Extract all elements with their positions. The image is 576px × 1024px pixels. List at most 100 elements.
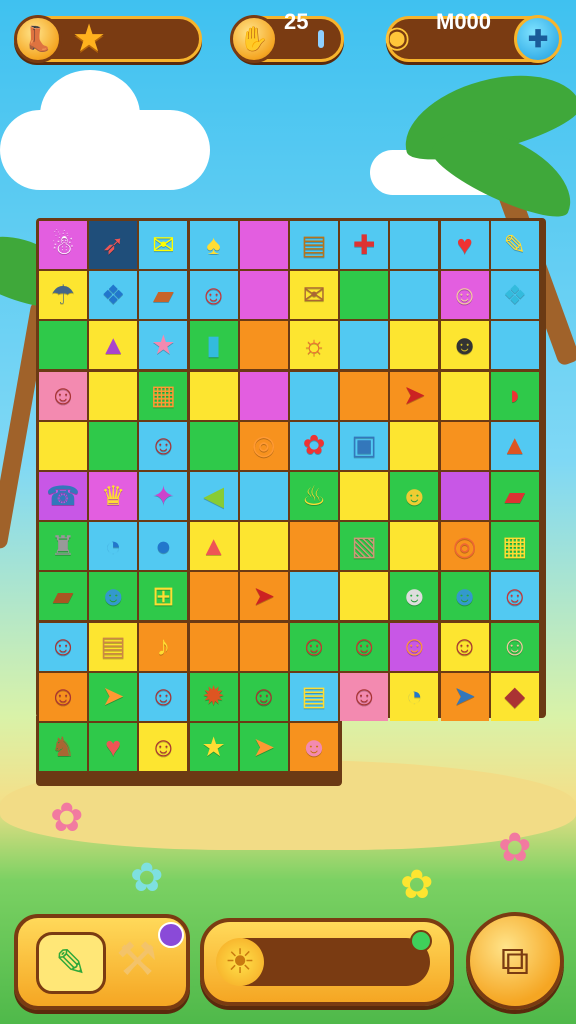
board-tile[interactable]: ♛ [89,472,138,520]
exit-button[interactable]: ⧉ [466,912,564,1010]
board-tile[interactable] [390,421,439,470]
board-tile[interactable]: ❖ [490,271,539,320]
board-tile[interactable]: ▲ [490,421,539,470]
board-tile[interactable] [239,221,288,269]
board-tile[interactable]: ☼ [290,321,338,370]
board-tile[interactable] [290,522,338,571]
board-tile[interactable]: ➤ [239,572,288,621]
board-tile[interactable]: ❖ [89,271,138,320]
board-tile[interactable] [239,271,288,320]
board-tile[interactable]: ☎ [39,472,87,520]
board-tile[interactable] [189,572,238,621]
board-tile[interactable] [89,371,138,420]
board-tile[interactable]: ☺ [440,622,489,671]
board-tile[interactable] [89,421,138,470]
board-tile[interactable]: ⊞ [139,572,188,621]
board-tile[interactable]: ✎ [490,221,539,269]
board-tile[interactable]: ◆ [490,672,539,721]
tools-button[interactable]: ✎ ⚒ [14,914,190,1010]
board-tile[interactable] [340,472,389,520]
board-tile[interactable]: ☺ [440,271,489,320]
board-tile[interactable] [239,321,288,370]
board-tile[interactable] [290,371,338,420]
board-tile[interactable]: ▰ [39,572,87,621]
board-tile[interactable] [239,522,288,571]
board-tile[interactable] [39,321,87,370]
board-tile[interactable]: ☺ [39,371,87,420]
board-tile[interactable]: ▲ [89,321,138,370]
board-tile[interactable]: ☺ [290,622,338,671]
board-tile[interactable]: ✹ [189,672,238,721]
board-tile[interactable]: ▰ [139,271,188,320]
board-tile[interactable]: ➤ [440,672,489,721]
board-tile[interactable]: ➤ [89,672,138,721]
board-tile[interactable]: ◔ [390,672,439,721]
board-tile[interactable]: ☂ [39,271,87,320]
board-tile[interactable]: ☺ [139,672,188,721]
board-tile[interactable]: ▮ [189,321,238,370]
board-tile[interactable]: ☻ [89,572,138,621]
board-tile[interactable]: ● [139,522,188,571]
board-tile[interactable]: ▤ [290,672,338,721]
board-tile[interactable] [239,622,288,671]
board-tile[interactable]: ◎ [239,421,288,470]
board-tile[interactable]: ▤ [89,622,138,671]
board-tile[interactable] [490,321,539,370]
board-tile[interactable]: ▣ [340,421,389,470]
board-tile[interactable]: ☺ [340,672,389,721]
board-tile[interactable]: ★ [189,723,238,771]
board-tile[interactable] [239,371,288,420]
board-tile[interactable] [390,321,439,370]
board-tile[interactable]: ♪ [139,622,188,671]
add-coins-button[interactable]: ✚ [514,15,562,63]
board-tile[interactable] [39,421,87,470]
board-tile[interactable] [440,421,489,470]
board-tile[interactable]: ♥ [440,221,489,269]
board-tile[interactable]: ☻ [440,321,489,370]
board-tile[interactable]: ☺ [490,622,539,671]
board-tile[interactable]: ☃ [39,221,87,269]
board-tile[interactable] [390,522,439,571]
board-tile[interactable] [390,271,439,320]
board-tile[interactable]: ☺ [139,421,188,470]
board-tile[interactable] [189,622,238,671]
board-tile[interactable] [340,371,389,420]
board-tile[interactable] [440,472,489,520]
board-tile[interactable]: ♨ [290,472,338,520]
profile-avatar[interactable]: 👢 [14,15,62,63]
board-tile[interactable]: ✦ [139,472,188,520]
board-tile[interactable]: ◀ [189,472,238,520]
board-tile[interactable]: ✉ [139,221,188,269]
board-tile[interactable]: ♥ [89,723,138,771]
board-tile[interactable]: ◔ [89,522,138,571]
board-tile[interactable]: ☺ [239,672,288,721]
board-tile[interactable]: ☺ [390,622,439,671]
board-tile[interactable]: ◎ [440,522,489,571]
board-tile[interactable] [440,371,489,420]
board-tile[interactable]: ♠ [189,221,238,269]
board-tile[interactable]: ➤ [239,723,288,771]
board-tile[interactable] [189,371,238,420]
board-tile[interactable]: ✚ [340,221,389,269]
board-tile[interactable] [340,271,389,320]
board-tile[interactable]: ☺ [490,572,539,621]
board-tile[interactable]: ▦ [139,371,188,420]
board-tile[interactable]: ◗ [490,371,539,420]
board-tile[interactable] [239,472,288,520]
board-tile[interactable]: ✉ [290,271,338,320]
board-tile[interactable] [189,421,238,470]
board-tile[interactable]: ▧ [340,522,389,571]
board-tile[interactable]: ♞ [39,723,87,771]
board-tile[interactable] [290,572,338,621]
board-tile[interactable]: ☻ [290,723,338,771]
board-tile[interactable] [340,572,389,621]
board-tile[interactable]: ☺ [189,271,238,320]
board-tile[interactable]: ▦ [490,522,539,571]
board-tile[interactable]: ★ [139,321,188,370]
board-tile[interactable] [390,221,439,269]
board-tile[interactable] [340,321,389,370]
board-tile[interactable]: ▤ [290,221,338,269]
board-tile[interactable]: ☺ [39,672,87,721]
board-tile[interactable]: ☺ [139,723,188,771]
board-tile[interactable]: ☺ [340,622,389,671]
